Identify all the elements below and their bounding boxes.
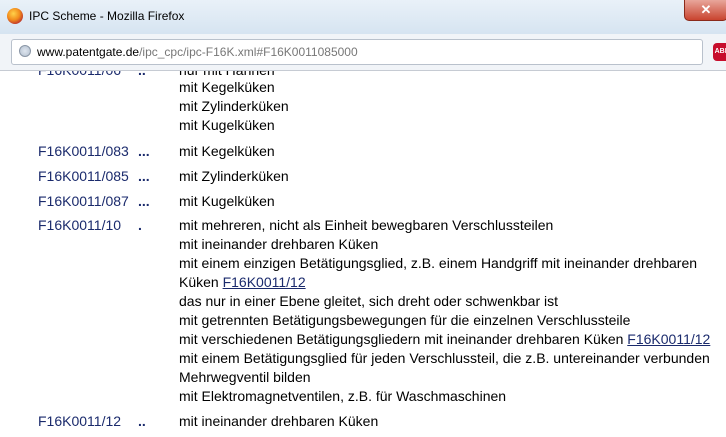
ipc-description: mit mehreren, nicht als Einheit bewegbar… [179,217,554,233]
ipc-description: mit ineinander drehbaren Küken [179,413,379,429]
level-dots: . [138,217,142,233]
ipc-description: mit ineinander drehbaren Küken [179,236,379,252]
ipc-description: Mehrwegventil bilden [179,369,311,385]
level-dots: .. [138,71,146,80]
ipc-description: mit Kugelküken [179,117,275,133]
ipc-scheme-content: F16K0011/06 .. nur mit Hähnen mit Kegelk… [0,71,726,437]
address-bar[interactable]: www.patentgate.de/ipc_cpc/ipc-F16K.xml#F… [11,39,703,65]
ipc-description: mit Kegelküken [179,143,275,159]
level-dots: ... [138,168,150,184]
url-path: /ipc_cpc/ipc-F16K.xml#F16K0011085000 [139,45,358,59]
ipc-description: mit einem einzigen Betätigungsglied, z.B… [179,255,698,271]
ipc-code[interactable]: F16K0011/087 [38,192,129,211]
ipc-description: mit Zylinderküken [179,168,289,184]
level-dots: ... [138,143,150,159]
window-titlebar: IPC Scheme - Mozilla Firefox ✕ [0,0,726,35]
url-text[interactable]: www.patentgate.de/ipc_cpc/ipc-F16K.xml#F… [37,45,358,59]
ipc-reference-link[interactable]: F16K0011/12 [627,331,710,347]
ipc-description: mit Kugelküken [179,193,275,209]
ipc-code[interactable]: F16K0011/06 [38,71,121,80]
adblock-icon[interactable]: ABP [713,43,726,61]
level-dots: ... [138,193,150,209]
firefox-icon [7,8,23,24]
ipc-code[interactable]: F16K0011/12 [38,412,121,431]
ipc-reference-link[interactable]: F16K0011/12 [223,274,306,290]
ipc-code[interactable]: F16K0011/083 [38,142,129,161]
ipc-description: mit Zylinderküken [179,98,289,114]
ipc-description: Küken [179,274,223,290]
globe-icon [19,45,31,57]
close-button[interactable]: ✕ [684,0,726,21]
ipc-description: mit verschiedenen Betätigungsgliedern mi… [179,331,628,347]
ipc-description: das nur in einer Ebene gleitet, sich dre… [179,293,558,309]
navigation-bar: www.patentgate.de/ipc_cpc/ipc-F16K.xml#F… [0,34,726,71]
url-domain: www.patentgate.de [37,45,140,59]
window-title: IPC Scheme - Mozilla Firefox [29,9,185,23]
ipc-description: mit Kegelküken [179,79,275,95]
ipc-code[interactable]: F16K0011/10 [38,216,121,235]
ipc-description: mit einem Betätigungsglied für jeden Ver… [179,350,710,366]
ipc-description: mit getrennten Betätigungsbewegungen für… [179,312,631,328]
ipc-code[interactable]: F16K0011/085 [38,167,129,186]
level-dots: .. [138,413,146,429]
ipc-description-with-link: mit verschiedenen Betätigungsgliedern mi… [179,330,710,349]
ipc-description-with-link: Küken F16K0011/12 [179,273,306,292]
ipc-description: mit Elektromagnetventilen, z.B. für Wasc… [179,388,507,404]
